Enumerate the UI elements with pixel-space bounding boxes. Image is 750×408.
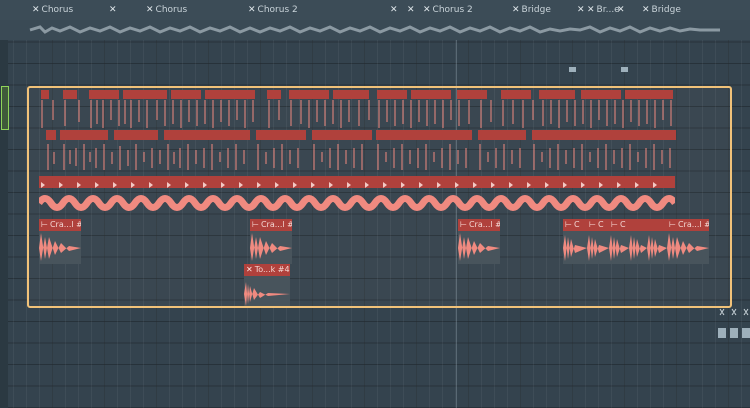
clip-header[interactable]: ⊢Cra...l #7 (250, 219, 292, 231)
clip-header[interactable]: ⊢Cra...l #7 (458, 219, 500, 231)
crash-waveform (39, 233, 81, 261)
clip-menu-icon[interactable]: ⊢ (669, 220, 676, 229)
marker-bridge[interactable]: ✕ Bridge (642, 3, 681, 17)
clip-header[interactable]: ⊢ C (563, 219, 587, 231)
audio-clip-crash[interactable]: ⊢ C (609, 219, 629, 264)
automation-point[interactable] (621, 67, 628, 72)
crash-waveform (647, 219, 667, 261)
clip-menu-icon[interactable]: ⊢ (252, 220, 259, 229)
loop-clip-strip[interactable] (39, 176, 675, 188)
marker-close-icon[interactable]: ✕ (109, 5, 117, 15)
marker-close-icon[interactable]: ✕ (248, 5, 256, 15)
marker-chorus[interactable]: ✕ Chorus (32, 3, 73, 17)
automation-point[interactable] (569, 67, 576, 72)
crash-waveform (250, 233, 292, 261)
crash-waveform (587, 235, 609, 261)
marker-unnamed[interactable]: ✕ (577, 3, 587, 17)
clip-header[interactable]: ✕ To...k #4 (244, 264, 290, 276)
marker-close-icon[interactable]: ✕ (146, 5, 154, 15)
marker-unnamed[interactable]: ✕ (109, 3, 119, 17)
marker-chorus-2[interactable]: ✕ Chorus 2 (423, 3, 473, 17)
audio-clip-crash[interactable]: ⊢Cra...l #7 (458, 219, 500, 264)
tom-waveform (244, 282, 290, 306)
marker-close-icon[interactable]: ✕ (407, 5, 415, 15)
marker-close-icon[interactable]: ✕ (587, 5, 595, 15)
marker-bridge[interactable]: ✕ Bridge (512, 3, 551, 17)
bass-waveform (36, 195, 678, 211)
offscreen-clips[interactable] (716, 306, 750, 346)
song-overview-waveform[interactable] (0, 20, 750, 40)
bass-waveform-lane[interactable] (36, 192, 678, 214)
marker-close-icon[interactable]: ✕ (32, 5, 40, 15)
clip-header[interactable]: ⊢ C (609, 219, 629, 231)
crash-waveform (667, 233, 709, 261)
track-selector-tab[interactable] (1, 86, 9, 130)
timeline-marker-bar[interactable]: ✕ Chorus ✕ ✕ Chorus ✕ Chorus 2 ✕ ✕ ✕ Chorus … (0, 0, 750, 21)
marker-chorus[interactable]: ✕ Chorus (146, 3, 187, 17)
audio-clip-crash[interactable]: ⊢Cra...l #7 (39, 219, 81, 264)
marker-bridge-short[interactable]: ✕ Br...e (587, 3, 620, 17)
marker-close-icon[interactable]: ✕ (577, 5, 585, 15)
audio-clip-crash[interactable]: ⊢Cra...l #7 (250, 219, 292, 264)
clip-menu-icon[interactable]: ✕ (246, 265, 253, 274)
marker-unnamed[interactable]: ✕ (407, 3, 417, 17)
marker-close-icon[interactable]: ✕ (617, 5, 625, 15)
drum-pattern-lane-2[interactable] (46, 130, 676, 174)
audio-clip-crash[interactable]: ⊢Cra...l #7 (667, 219, 709, 264)
audio-clip-crash[interactable]: ⊢ C (587, 219, 609, 264)
clip-menu-icon[interactable]: ⊢ (611, 220, 618, 229)
selection-box[interactable]: ⊢Cra...l #7 ⊢Cra...l #7 ⊢Cra...l #7 ⊢C ⊢… (27, 86, 732, 308)
overview-waveform-graphic (29, 25, 720, 34)
crash-waveform (563, 235, 587, 261)
loop-clip-ticks (41, 182, 657, 188)
playlist-window: ✕ Chorus ✕ ✕ Chorus ✕ Chorus 2 ✕ ✕ ✕ Chorus … (0, 0, 750, 408)
audio-clip-tom[interactable]: ✕ To...k #4 (244, 264, 290, 306)
crash-waveform (609, 235, 629, 261)
clip-menu-icon[interactable]: ⊢ (41, 220, 48, 229)
clip-menu-icon[interactable]: ⊢ (460, 220, 467, 229)
marker-unnamed[interactable]: ✕ (617, 3, 627, 17)
audio-clip-crash[interactable] (629, 219, 647, 264)
drum-pattern-waveform-1 (41, 90, 673, 128)
offscreen-clip-graphic (718, 308, 750, 338)
marker-close-icon[interactable]: ✕ (423, 5, 431, 15)
marker-unnamed[interactable]: ✕ (390, 3, 400, 17)
marker-close-icon[interactable]: ✕ (512, 5, 520, 15)
audio-clip-crash[interactable]: ⊢ C (563, 219, 587, 264)
clip-menu-icon[interactable]: ⊢ (565, 220, 572, 229)
clip-header[interactable]: ⊢ C (587, 219, 609, 231)
audio-clip-crash[interactable] (647, 219, 667, 264)
marker-close-icon[interactable]: ✕ (642, 5, 650, 15)
drum-pattern-waveform-2 (46, 130, 676, 170)
crash-waveform (458, 233, 500, 261)
clip-menu-icon[interactable]: ⊢ (589, 220, 596, 229)
crash-waveform (629, 219, 647, 261)
marker-chorus-2[interactable]: ✕ Chorus 2 (248, 3, 298, 17)
clip-header[interactable]: ⊢Cra...l #7 (667, 219, 709, 231)
marker-close-icon[interactable]: ✕ (390, 5, 398, 15)
drum-pattern-lane-1[interactable] (39, 90, 675, 130)
clip-header[interactable]: ⊢Cra...l #7 (39, 219, 81, 231)
